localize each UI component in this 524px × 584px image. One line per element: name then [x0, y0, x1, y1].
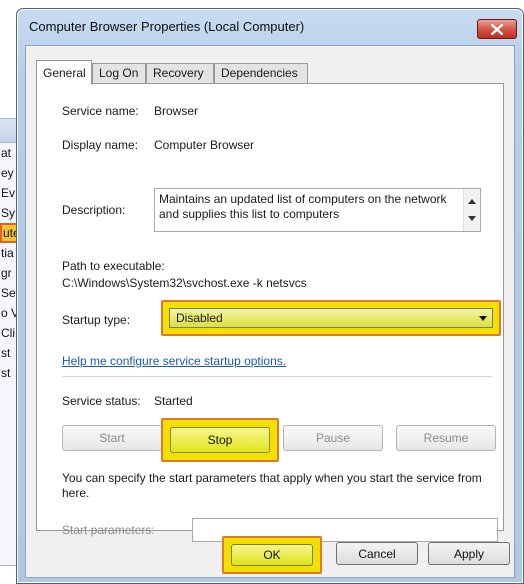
section-divider: [62, 376, 492, 377]
scroll-up-arrow-icon[interactable]: [468, 199, 476, 204]
general-tab-panel: Service name: Browser Display name: Comp…: [36, 83, 504, 542]
ok-button[interactable]: OK: [231, 544, 313, 566]
pause-button[interactable]: Pause: [283, 425, 383, 451]
chevron-down-icon[interactable]: [479, 316, 487, 321]
startup-type-selected-value: Disabled: [176, 311, 223, 325]
stop-button[interactable]: Stop: [170, 427, 270, 453]
service-name-value: Browser: [154, 104, 199, 118]
startup-type-select[interactable]: Disabled: [169, 308, 493, 328]
description-scrollbar[interactable]: [463, 189, 480, 231]
start-parameters-label: Start parameters:: [62, 523, 155, 537]
tab-recovery[interactable]: Recovery: [146, 63, 214, 84]
tab-general[interactable]: General: [36, 60, 92, 85]
resume-button[interactable]: Resume: [396, 425, 496, 451]
cancel-button[interactable]: Cancel: [336, 542, 418, 565]
dialog-title: Computer Browser Properties (Local Compu…: [29, 19, 305, 34]
service-status-label: Service status:: [62, 394, 141, 408]
description-textbox[interactable]: Maintains an updated list of computers o…: [154, 188, 481, 232]
service-status-value: Started: [154, 394, 193, 408]
close-x-icon: [491, 23, 503, 35]
service-name-label: Service name:: [62, 104, 139, 118]
startup-type-highlight: Disabled: [161, 300, 501, 336]
apply-button[interactable]: Apply: [428, 542, 510, 565]
start-button[interactable]: Start: [62, 425, 162, 451]
tab-dependencies[interactable]: Dependencies: [214, 63, 308, 84]
properties-dialog: Computer Browser Properties (Local Compu…: [16, 8, 524, 584]
description-label: Description:: [62, 203, 126, 217]
path-label: Path to executable:: [62, 259, 165, 273]
stop-button-highlight: Stop: [161, 418, 279, 462]
help-configure-link[interactable]: Help me configure service startup option…: [62, 354, 286, 368]
close-button[interactable]: [477, 19, 517, 39]
path-value: C:\Windows\System32\svchost.exe -k netsv…: [62, 276, 307, 290]
start-parameters-info: You can specify the start parameters tha…: [62, 471, 482, 500]
dialog-client-area: General Log On Recovery Dependencies Ser…: [25, 45, 515, 578]
startup-type-label: Startup type:: [62, 313, 131, 327]
display-name-value: Computer Browser: [154, 138, 255, 152]
ok-button-highlight: OK: [222, 536, 322, 574]
description-text: Maintains an updated list of computers o…: [159, 192, 447, 221]
tab-log-on[interactable]: Log On: [92, 63, 146, 84]
display-name-label: Display name:: [62, 138, 139, 152]
scroll-down-arrow-icon[interactable]: [468, 216, 476, 221]
